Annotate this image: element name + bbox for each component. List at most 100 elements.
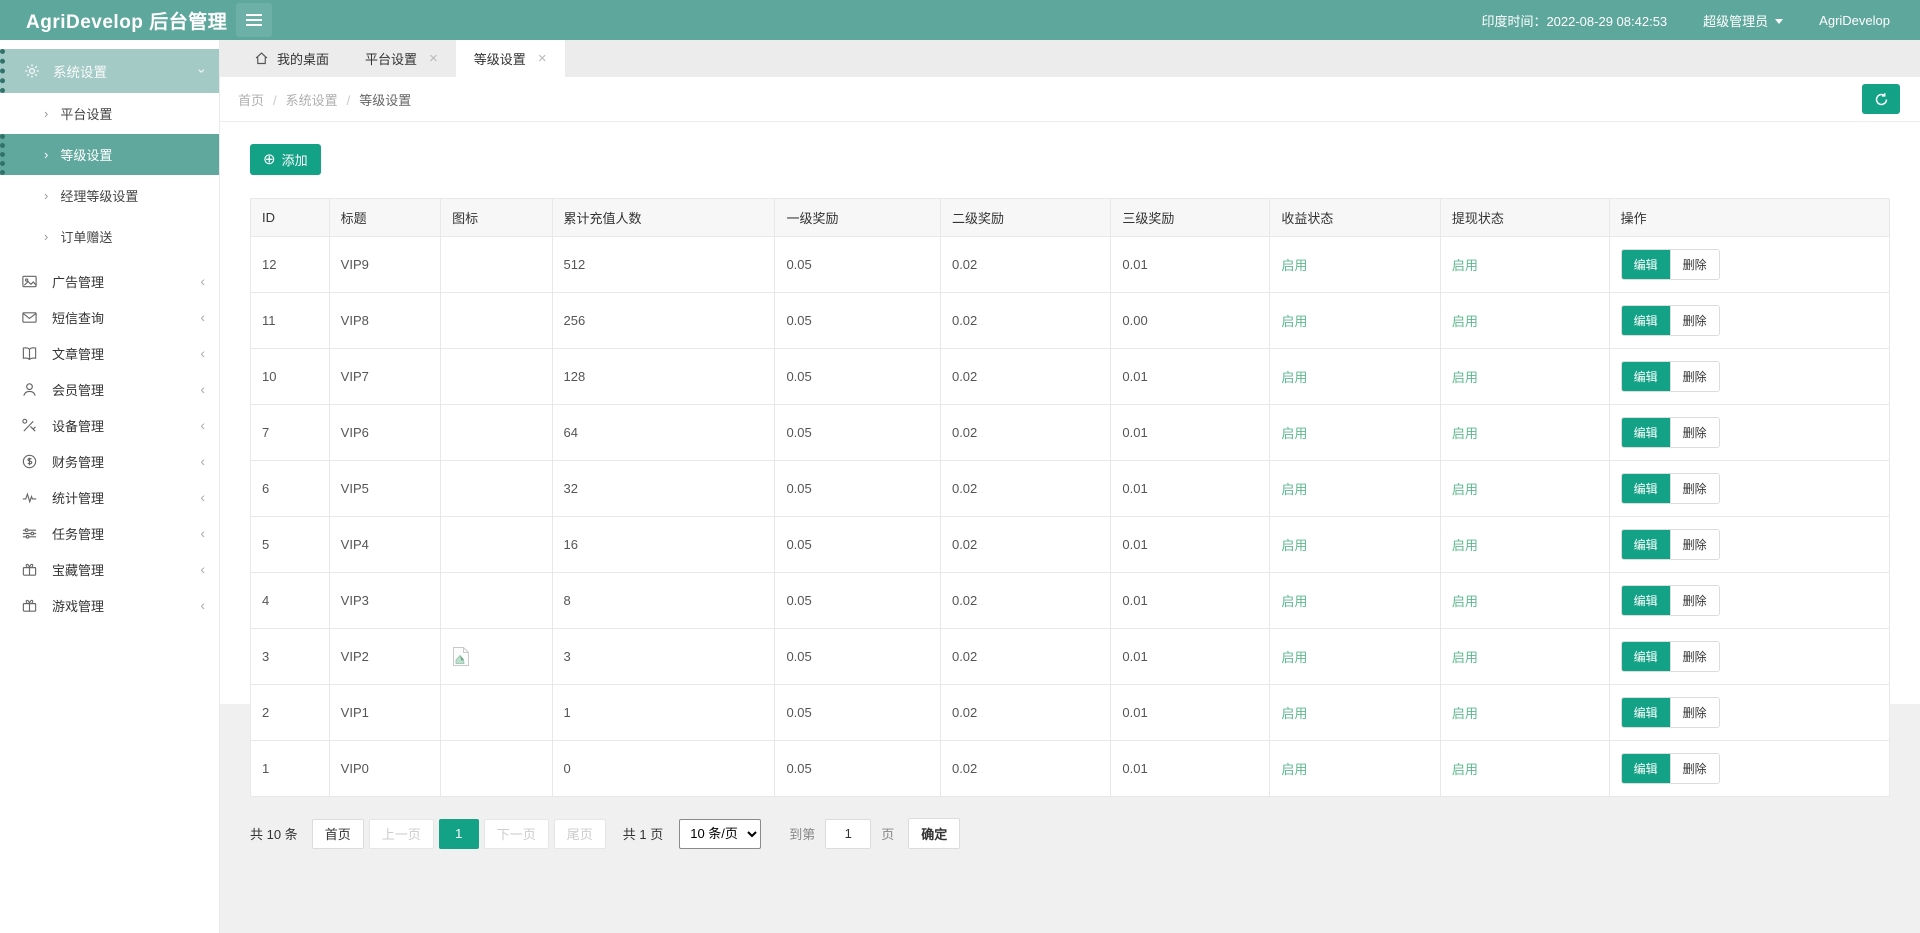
cell-title: VIP4: [329, 517, 440, 573]
edit-button[interactable]: 编辑: [1622, 754, 1670, 783]
cell-income-status: 启用: [1270, 461, 1440, 517]
delete-button[interactable]: 删除: [1670, 642, 1719, 671]
delete-button[interactable]: 删除: [1670, 586, 1719, 615]
current-page-button[interactable]: 1: [439, 819, 479, 849]
edit-button[interactable]: 编辑: [1622, 642, 1670, 671]
cell-actions: 编辑删除: [1609, 405, 1889, 461]
chevron-collapsed-icon: ‹: [200, 453, 205, 469]
delete-button[interactable]: 删除: [1670, 474, 1719, 503]
edit-button[interactable]: 编辑: [1622, 306, 1670, 335]
add-button[interactable]: ⊕ 添加: [250, 144, 321, 175]
table-row: 1VIP000.050.020.01启用启用编辑删除: [251, 741, 1890, 797]
cell-reward2: 0.02: [940, 629, 1110, 685]
cell-withdraw-status: 启用: [1440, 461, 1609, 517]
delete-button[interactable]: 删除: [1670, 698, 1719, 727]
tab-1[interactable]: 我的桌面: [236, 40, 347, 77]
goto-prefix-label: 到第: [789, 824, 815, 843]
edit-button[interactable]: 编辑: [1622, 698, 1670, 727]
action-button-group: 编辑删除: [1621, 305, 1720, 336]
column-header: 一级奖励: [775, 199, 941, 237]
tab-label: 我的桌面: [277, 49, 329, 68]
app-title: AgriDevelop 后台管理: [0, 7, 222, 34]
delete-button[interactable]: 删除: [1670, 418, 1719, 447]
action-button-group: 编辑删除: [1621, 361, 1720, 392]
cell-icon: [441, 685, 552, 741]
delete-button[interactable]: 删除: [1670, 530, 1719, 559]
plus-circle-icon: ⊕: [263, 152, 276, 167]
sidebar-item-9[interactable]: 宝藏管理‹: [0, 551, 219, 587]
delete-button[interactable]: 删除: [1670, 754, 1719, 783]
cell-actions: 编辑删除: [1609, 237, 1889, 293]
cell-reward3: 0.01: [1111, 517, 1270, 573]
per-page-select[interactable]: 10 条/页: [679, 819, 761, 849]
cell-icon: [441, 517, 552, 573]
sidebar-item-7[interactable]: 统计管理‹: [0, 479, 219, 515]
delete-button[interactable]: 删除: [1670, 362, 1719, 391]
cell-icon: [441, 629, 552, 685]
chevron-right-icon: ›: [44, 147, 48, 162]
sidebar-subitem-3[interactable]: ›经理等级设置: [0, 175, 219, 216]
cell-reward2: 0.02: [940, 461, 1110, 517]
cell-reward3: 0.01: [1111, 685, 1270, 741]
edit-button[interactable]: 编辑: [1622, 586, 1670, 615]
action-button-group: 编辑删除: [1621, 753, 1720, 784]
sidebar-item-label: 游戏管理: [52, 596, 104, 615]
sidebar-section-system-settings[interactable]: 系统设置 ›: [0, 49, 219, 93]
cell-id: 2: [251, 685, 330, 741]
breadcrumb-item-1[interactable]: 首页: [238, 93, 264, 108]
column-header: 图标: [441, 199, 552, 237]
table-row: 11VIP82560.050.020.00启用启用编辑删除: [251, 293, 1890, 349]
edit-button[interactable]: 编辑: [1622, 530, 1670, 559]
cell-actions: 编辑删除: [1609, 293, 1889, 349]
sidebar-item-8[interactable]: 任务管理‹: [0, 515, 219, 551]
cell-icon: [441, 293, 552, 349]
column-header: 累计充值人数: [552, 199, 775, 237]
sidebar-item-2[interactable]: 短信查询‹: [0, 299, 219, 335]
first-page-button[interactable]: 首页: [312, 819, 364, 849]
sidebar-item-4[interactable]: 会员管理‹: [0, 371, 219, 407]
close-icon[interactable]: ×: [538, 50, 547, 67]
sidebar-subitem-4[interactable]: ›订单赠送: [0, 216, 219, 257]
cell-actions: 编辑删除: [1609, 349, 1889, 405]
cell-income-status: 启用: [1270, 349, 1440, 405]
sidebar-item-5[interactable]: 设备管理‹: [0, 407, 219, 443]
edit-button[interactable]: 编辑: [1622, 474, 1670, 503]
chevron-collapsed-icon: ‹: [200, 273, 205, 289]
cell-withdraw-status: 启用: [1440, 349, 1609, 405]
sidebar-item-6[interactable]: 财务管理‹: [0, 443, 219, 479]
edit-button[interactable]: 编辑: [1622, 362, 1670, 391]
cell-title: VIP0: [329, 741, 440, 797]
cell-income-status: 启用: [1270, 517, 1440, 573]
sidebar-item-10[interactable]: 游戏管理‹: [0, 587, 219, 623]
cell-id: 7: [251, 405, 330, 461]
chevron-right-icon: ›: [44, 106, 48, 121]
sidebar-subitem-1[interactable]: ›平台设置: [0, 93, 219, 134]
confirm-button[interactable]: 确定: [908, 818, 960, 849]
tab-2[interactable]: 平台设置×: [347, 40, 456, 77]
gear-icon: [24, 63, 40, 79]
app-header: AgriDevelop 后台管理 印度时间：2022-08-29 08:42:5…: [0, 0, 1920, 40]
table-header-row: ID标题图标累计充值人数一级奖励二级奖励三级奖励收益状态提现状态操作: [251, 199, 1890, 237]
refresh-button[interactable]: [1862, 84, 1900, 114]
goto-page-input[interactable]: [825, 819, 871, 849]
sidebar-item-3[interactable]: 文章管理‹: [0, 335, 219, 371]
table-row: 4VIP380.050.020.01启用启用编辑删除: [251, 573, 1890, 629]
cell-actions: 编辑删除: [1609, 517, 1889, 573]
user-dropdown[interactable]: 超级管理员: [1703, 11, 1783, 30]
sidebar-subitem-2[interactable]: ›等级设置: [0, 134, 219, 175]
edit-button[interactable]: 编辑: [1622, 250, 1670, 279]
edit-button[interactable]: 编辑: [1622, 418, 1670, 447]
breadcrumb-bar: 首页/系统设置/等级设置: [220, 77, 1920, 122]
column-header: ID: [251, 199, 330, 237]
tab-3[interactable]: 等级设置×: [456, 40, 565, 77]
sidebar-item-1[interactable]: 广告管理‹: [0, 263, 219, 299]
cell-withdraw-status: 启用: [1440, 629, 1609, 685]
breadcrumb-item-2[interactable]: 系统设置: [286, 93, 338, 108]
action-button-group: 编辑删除: [1621, 529, 1720, 560]
close-icon[interactable]: ×: [429, 50, 438, 67]
delete-button[interactable]: 删除: [1670, 306, 1719, 335]
delete-button[interactable]: 删除: [1670, 250, 1719, 279]
cell-withdraw-status: 启用: [1440, 237, 1609, 293]
hamburger-menu-icon[interactable]: [236, 3, 272, 37]
brand-link[interactable]: AgriDevelop: [1819, 13, 1890, 28]
